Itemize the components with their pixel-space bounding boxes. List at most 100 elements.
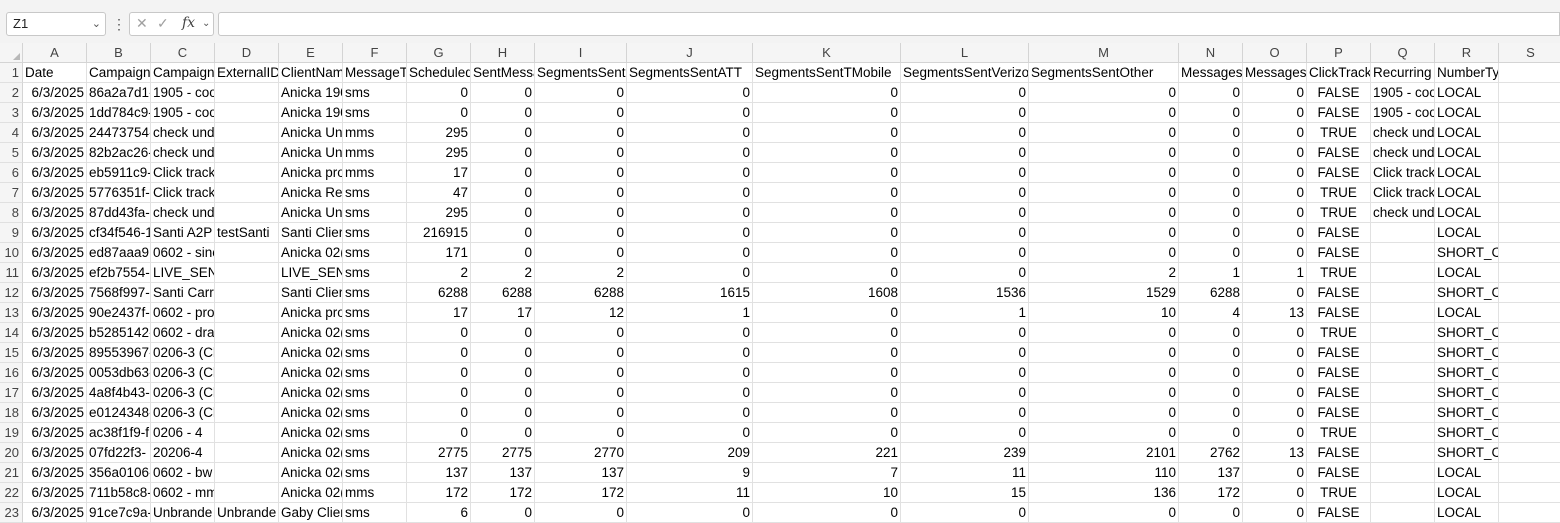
- table-cell[interactable]: 0: [901, 123, 1029, 143]
- table-cell[interactable]: LOCAL: [1435, 83, 1499, 103]
- table-cell[interactable]: 110: [1029, 463, 1179, 483]
- table-cell[interactable]: 0: [901, 223, 1029, 243]
- table-cell[interactable]: FALSE: [1307, 343, 1371, 363]
- table-cell[interactable]: [1499, 183, 1560, 203]
- table-cell[interactable]: check undefined mm: [151, 123, 215, 143]
- table-cell[interactable]: 47: [407, 183, 471, 203]
- table-cell[interactable]: sms: [343, 203, 407, 223]
- table-cell[interactable]: 1905 - cool down we: [151, 83, 215, 103]
- table-cell[interactable]: 0: [753, 323, 901, 343]
- table-cell[interactable]: 12: [535, 303, 627, 323]
- table-cell[interactable]: 7568f997-: [87, 283, 151, 303]
- table-cell[interactable]: 0206-3 (Clone_17488: [151, 403, 215, 423]
- table-cell[interactable]: 86a2a7d1-: [87, 83, 151, 103]
- table-cell[interactable]: 0: [407, 423, 471, 443]
- row-header[interactable]: 23: [0, 503, 23, 523]
- table-cell[interactable]: [1371, 383, 1435, 403]
- column-header-i[interactable]: I: [535, 43, 627, 63]
- table-cell[interactable]: [1371, 283, 1435, 303]
- table-cell[interactable]: 0: [753, 183, 901, 203]
- header-cell[interactable]: ClientNam: [279, 63, 343, 83]
- table-cell[interactable]: 221: [753, 443, 901, 463]
- table-cell[interactable]: LOCAL: [1435, 203, 1499, 223]
- table-cell[interactable]: 1: [627, 303, 753, 323]
- table-cell[interactable]: FALSE: [1307, 503, 1371, 523]
- table-cell[interactable]: 0: [471, 223, 535, 243]
- row-header[interactable]: 5: [0, 143, 23, 163]
- table-cell[interactable]: 0: [471, 343, 535, 363]
- table-cell[interactable]: 2775: [407, 443, 471, 463]
- table-cell[interactable]: 6/3/2025: [23, 323, 87, 343]
- table-cell[interactable]: 0: [535, 383, 627, 403]
- table-cell[interactable]: 0: [535, 423, 627, 443]
- table-cell[interactable]: 239: [901, 443, 1029, 463]
- table-cell[interactable]: [215, 343, 279, 363]
- table-cell[interactable]: mms: [343, 143, 407, 163]
- row-header[interactable]: 12: [0, 283, 23, 303]
- table-cell[interactable]: [1499, 263, 1560, 283]
- row-header[interactable]: 8: [0, 203, 23, 223]
- table-cell[interactable]: sms: [343, 303, 407, 323]
- table-cell[interactable]: FALSE: [1307, 223, 1371, 243]
- table-cell[interactable]: 1dd784c9-: [87, 103, 151, 123]
- table-cell[interactable]: 0: [535, 323, 627, 343]
- table-cell[interactable]: 13: [1243, 303, 1307, 323]
- table-cell[interactable]: [215, 283, 279, 303]
- table-cell[interactable]: [215, 163, 279, 183]
- table-cell[interactable]: 1: [1179, 263, 1243, 283]
- table-cell[interactable]: 5776351f-f: [87, 183, 151, 203]
- table-cell[interactable]: 87dd43fa-: [87, 203, 151, 223]
- table-cell[interactable]: 0: [627, 383, 753, 403]
- row-header[interactable]: 15: [0, 343, 23, 363]
- table-cell[interactable]: 0: [901, 503, 1029, 523]
- table-cell[interactable]: 1905 - cool down mo: [151, 103, 215, 123]
- table-cell[interactable]: FALSE: [1307, 83, 1371, 103]
- table-cell[interactable]: SHORT_CODE: [1435, 443, 1499, 463]
- column-header-a[interactable]: A: [23, 43, 87, 63]
- table-cell[interactable]: sms: [343, 363, 407, 383]
- table-cell[interactable]: 90e2437f-: [87, 303, 151, 323]
- table-cell[interactable]: LOCAL: [1435, 503, 1499, 523]
- table-cell[interactable]: 0: [471, 163, 535, 183]
- table-cell[interactable]: [1499, 303, 1560, 323]
- table-cell[interactable]: 07fd22f3-: [87, 443, 151, 463]
- table-cell[interactable]: 295: [407, 203, 471, 223]
- column-header-l[interactable]: L: [901, 43, 1029, 63]
- table-cell[interactable]: 2762: [1179, 443, 1243, 463]
- table-cell[interactable]: sms: [343, 463, 407, 483]
- table-cell[interactable]: 0: [407, 363, 471, 383]
- table-cell[interactable]: 0: [753, 203, 901, 223]
- table-cell[interactable]: Click tracking 0105#3: [151, 183, 215, 203]
- table-cell[interactable]: 0: [1243, 143, 1307, 163]
- table-cell[interactable]: 0: [1243, 363, 1307, 383]
- table-cell[interactable]: 295: [407, 143, 471, 163]
- table-cell[interactable]: 6/3/2025: [23, 203, 87, 223]
- table-cell[interactable]: 0206-3 (Clone_17488: [151, 363, 215, 383]
- table-cell[interactable]: [1499, 323, 1560, 343]
- table-cell[interactable]: LOCAL: [1435, 123, 1499, 143]
- table-cell[interactable]: 0206-3 (Clone_17489: [151, 383, 215, 403]
- table-cell[interactable]: 0: [1029, 403, 1179, 423]
- table-cell[interactable]: 0602 - provider errors: [151, 303, 215, 323]
- table-cell[interactable]: 0: [901, 363, 1029, 383]
- table-cell[interactable]: 0: [1179, 223, 1243, 243]
- header-cell[interactable]: Scheduled: [407, 63, 471, 83]
- table-cell[interactable]: 0: [1179, 363, 1243, 383]
- table-cell[interactable]: 0: [1179, 383, 1243, 403]
- table-cell[interactable]: SHORT_CODE: [1435, 423, 1499, 443]
- table-cell[interactable]: LOCAL: [1435, 483, 1499, 503]
- table-cell[interactable]: 172: [407, 483, 471, 503]
- table-cell[interactable]: check undefined#29: [151, 203, 215, 223]
- table-cell[interactable]: sms: [343, 83, 407, 103]
- table-cell[interactable]: Santi A2P: [151, 223, 215, 243]
- table-cell[interactable]: 0: [901, 423, 1029, 443]
- table-cell[interactable]: sms: [343, 223, 407, 243]
- table-cell[interactable]: [1371, 303, 1435, 323]
- table-cell[interactable]: 6/3/2025: [23, 83, 87, 103]
- table-cell[interactable]: 0: [1029, 163, 1179, 183]
- table-cell[interactable]: 0: [535, 363, 627, 383]
- table-cell[interactable]: 0: [1243, 123, 1307, 143]
- table-cell[interactable]: 0: [1029, 383, 1179, 403]
- table-cell[interactable]: Click track: [1371, 183, 1435, 203]
- table-cell[interactable]: [215, 123, 279, 143]
